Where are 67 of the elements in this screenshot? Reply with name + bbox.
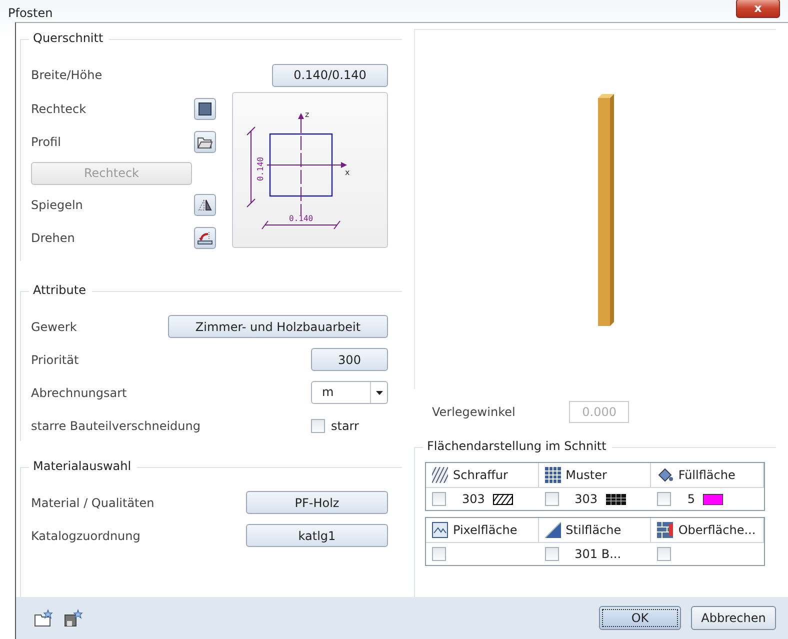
cell-value: 301 B... (574, 547, 622, 561)
grid-icon (544, 467, 561, 483)
field-label: Verlegewinkel (432, 405, 516, 419)
brick-icon (657, 522, 674, 538)
caret-icon (376, 390, 382, 394)
rotate-button[interactable] (194, 226, 216, 248)
field-label: Profil (31, 134, 61, 148)
field-label: Spiegeln (31, 198, 83, 212)
mirror-button[interactable] (194, 194, 216, 216)
checkbox[interactable] (657, 547, 672, 561)
field-label: Material / Qualitäten (31, 496, 154, 510)
group-title: Flächendarstellung im Schnitt (423, 439, 612, 453)
cancel-button[interactable]: Abbrechen (691, 606, 776, 630)
axis-label: x (345, 168, 350, 177)
rectangle-button[interactable] (194, 98, 216, 120)
field-label: starre Bauteilverschneidung (31, 418, 200, 432)
cell-value: 5 (687, 492, 695, 506)
folder-star-icon[interactable] (34, 609, 54, 627)
group-title: Querschnitt (29, 31, 110, 45)
checkbox[interactable] (432, 547, 446, 561)
field-label: Drehen (31, 230, 75, 244)
close-button[interactable]: x (736, 0, 780, 18)
section-outline (269, 133, 333, 197)
paint-bucket-icon (657, 467, 674, 483)
hatch-icon (432, 467, 448, 483)
field-label: Katalogzuordnung (31, 528, 140, 542)
checkbox[interactable] (544, 547, 559, 561)
checkbox[interactable] (432, 492, 446, 506)
pattern-swatch (606, 494, 626, 504)
cell-value: 303 (574, 492, 598, 506)
folder-button[interactable] (194, 130, 216, 152)
field-label: Abrechnungsart (31, 386, 127, 400)
square-icon (198, 102, 212, 116)
size-button[interactable]: 0.140/0.140 (272, 64, 388, 86)
rigid-checkbox[interactable]: starr (311, 418, 388, 432)
dimension-label: 0.140 (256, 156, 265, 181)
trade-button[interactable]: Zimmer- und Holzbauarbeit (168, 315, 388, 338)
window-title: Pfosten (8, 6, 53, 20)
ok-button[interactable]: OK (599, 606, 681, 630)
save-star-icon[interactable] (64, 609, 84, 627)
hatch-swatch (492, 494, 513, 504)
group-title: Materialauswahl (29, 459, 138, 473)
column-header[interactable]: Füllfläche (651, 463, 764, 487)
folder-icon (197, 134, 213, 148)
priority-button[interactable]: 300 (311, 348, 388, 371)
group-title: Attribute (29, 283, 92, 297)
checkbox[interactable] (657, 492, 672, 506)
dimension-label: 0.140 (289, 214, 314, 223)
gradient-icon (544, 522, 561, 538)
billing-dropdown[interactable]: m (311, 381, 388, 404)
column-header[interactable]: Muster (538, 463, 652, 487)
axis-label: z (305, 110, 310, 119)
cell-value: 303 (462, 492, 485, 506)
field-label: Priorität (31, 352, 79, 366)
column-header[interactable]: Oberfläche... (651, 518, 764, 542)
column-header[interactable]: Stilfläche (538, 518, 652, 542)
checkbox[interactable] (544, 492, 559, 506)
field-label: Rechteck (31, 102, 86, 116)
material-button[interactable]: PF-Holz (246, 491, 388, 514)
field-label: Gewerk (31, 320, 77, 334)
field-label: Breite/Höhe (31, 68, 102, 82)
image-icon (432, 522, 448, 538)
material-button[interactable]: katlg1 (246, 524, 388, 547)
rotate-icon (197, 230, 213, 244)
column-header[interactable]: Schraffur (426, 463, 539, 487)
column-header[interactable]: Pixelfläche (426, 518, 539, 542)
mirror-icon (198, 198, 212, 212)
